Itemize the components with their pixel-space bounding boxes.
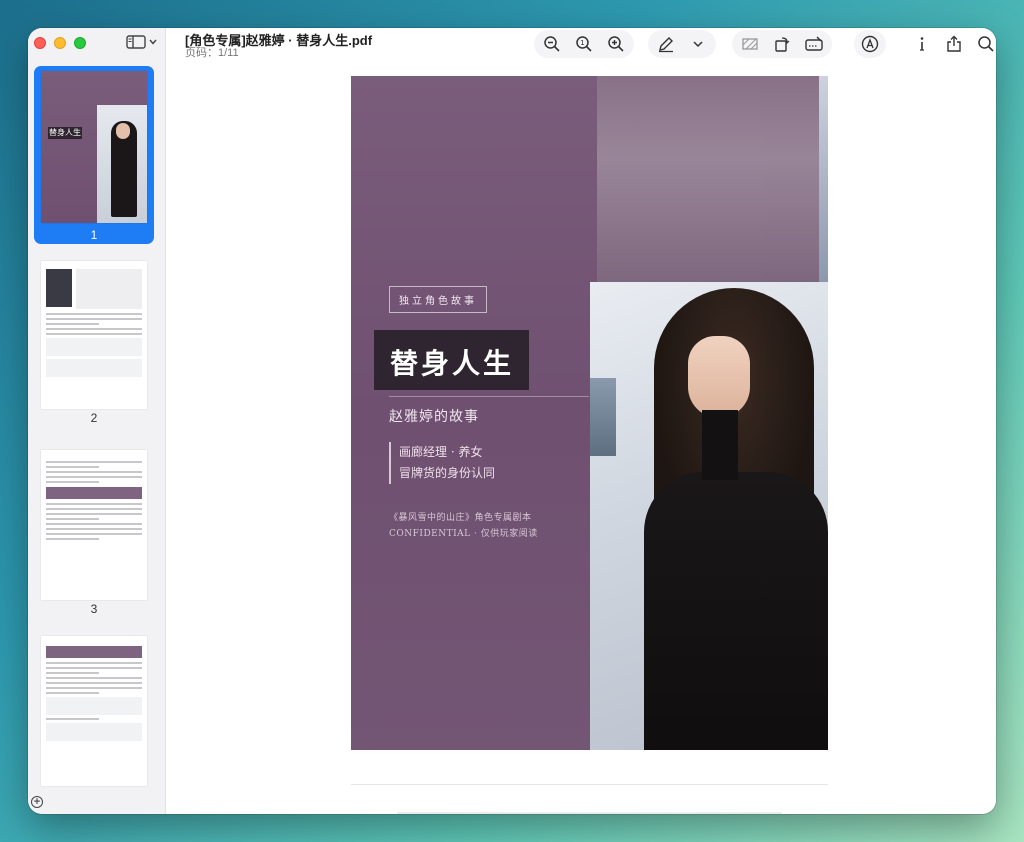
markup-button[interactable] <box>802 32 826 56</box>
annotate-button[interactable] <box>858 32 882 56</box>
gallery-painting <box>590 378 616 456</box>
cover-portrait-photo <box>590 282 828 750</box>
page-number-label: 3 <box>90 602 98 616</box>
page-thumbnail-1[interactable]: 替身人生 1 <box>34 66 154 244</box>
search-button[interactable] <box>974 32 996 56</box>
cover-title-box: 替身人生 <box>374 330 529 390</box>
thumbnail-cover: 替身人生 <box>41 71 147 223</box>
thumbnail-selection-frame: 替身人生 1 <box>34 66 154 244</box>
divider <box>389 396 589 397</box>
highlight-button[interactable] <box>654 32 678 56</box>
zoom-in-icon <box>608 36 624 52</box>
thumbnail-page <box>41 636 147 786</box>
pdf-page-1: 独立角色故事 替身人生 赵雅婷的故事 画廊经理 · 养女 冒牌货的身份认同 《暴… <box>351 76 828 750</box>
pdf-page-2 <box>351 784 828 814</box>
minimize-window-button[interactable] <box>54 37 66 49</box>
chevron-down-icon <box>693 41 703 48</box>
cover-script-name: 《暴风雪中的山庄》角色专属剧本 <box>389 513 532 523</box>
markup-toolbar-icon <box>805 36 823 51</box>
info-icon <box>920 37 924 51</box>
actual-size-icon: 1 <box>576 36 592 52</box>
cover-confidential: CONFIDENTIAL · 仅供玩家阅读 <box>389 529 538 539</box>
thumbnail-sidebar: 替身人生 1 2 3 + <box>28 28 166 814</box>
actual-size-button[interactable]: 1 <box>572 32 596 56</box>
edit-controls <box>732 30 832 58</box>
rotate-icon <box>775 37 790 52</box>
cover-subtitle: 赵雅婷的故事 <box>389 409 479 425</box>
redact-button[interactable] <box>738 32 762 56</box>
title-bar: [角色专属]赵雅婷 · 替身人生.pdf 页码：1/11 1 <box>166 28 996 76</box>
chevron-down-icon <box>149 39 157 45</box>
rotate-button[interactable] <box>770 32 794 56</box>
cover-roles: 画廊经理 · 养女 冒牌货的身份认同 <box>389 442 495 484</box>
highlight-pen-icon <box>659 37 673 53</box>
highlight-controls <box>648 30 716 58</box>
page-thumbnail-3[interactable]: 3 <box>34 450 154 616</box>
page-indicator: 页码：1/11 <box>185 47 239 59</box>
share-button[interactable] <box>942 32 966 56</box>
info-button[interactable] <box>910 32 934 56</box>
add-page-icon[interactable]: + <box>31 795 43 808</box>
highlight-menu-button[interactable] <box>686 32 710 56</box>
zoom-in-button[interactable] <box>604 32 628 56</box>
annotate-icon <box>861 35 879 53</box>
window-controls <box>34 37 86 49</box>
cover-title: 替身人生 <box>390 347 515 380</box>
fullscreen-window-button[interactable] <box>74 37 86 49</box>
share-controls <box>904 30 996 58</box>
share-icon <box>947 35 961 52</box>
cover-badge: 独立角色故事 <box>389 286 487 313</box>
zoom-out-button[interactable] <box>540 32 564 56</box>
zoom-out-icon <box>544 36 560 52</box>
redact-icon <box>742 38 758 50</box>
search-icon <box>978 36 994 52</box>
zoom-controls: 1 <box>534 30 634 58</box>
document-view[interactable]: 独立角色故事 替身人生 赵雅婷的故事 画廊经理 · 养女 冒牌货的身份认同 《暴… <box>166 76 996 814</box>
thumbnail-page <box>41 261 147 409</box>
sidebar-toggle-button[interactable] <box>126 35 157 49</box>
sidebar-icon <box>126 35 146 49</box>
preview-window: 替身人生 1 2 3 + [角色专属]赵雅婷 · 替身人生.pdf 页码：1/1… <box>28 28 996 814</box>
page-number-label: 2 <box>90 411 98 425</box>
svg-text:1: 1 <box>580 39 584 47</box>
page-number-label: 1 <box>90 228 98 242</box>
thumbnail-title: 替身人生 <box>48 127 82 139</box>
close-window-button[interactable] <box>34 37 46 49</box>
cover-role-line: 画廊经理 · 养女 <box>399 445 483 459</box>
annotate-control <box>854 30 886 58</box>
cover-top-photo <box>597 76 828 282</box>
page-thumbnail-2[interactable]: 2 <box>34 261 154 425</box>
cover-role-line: 冒牌货的身份认同 <box>399 466 496 480</box>
page-thumbnail-4[interactable] <box>34 636 154 786</box>
thumbnail-page <box>41 450 147 600</box>
